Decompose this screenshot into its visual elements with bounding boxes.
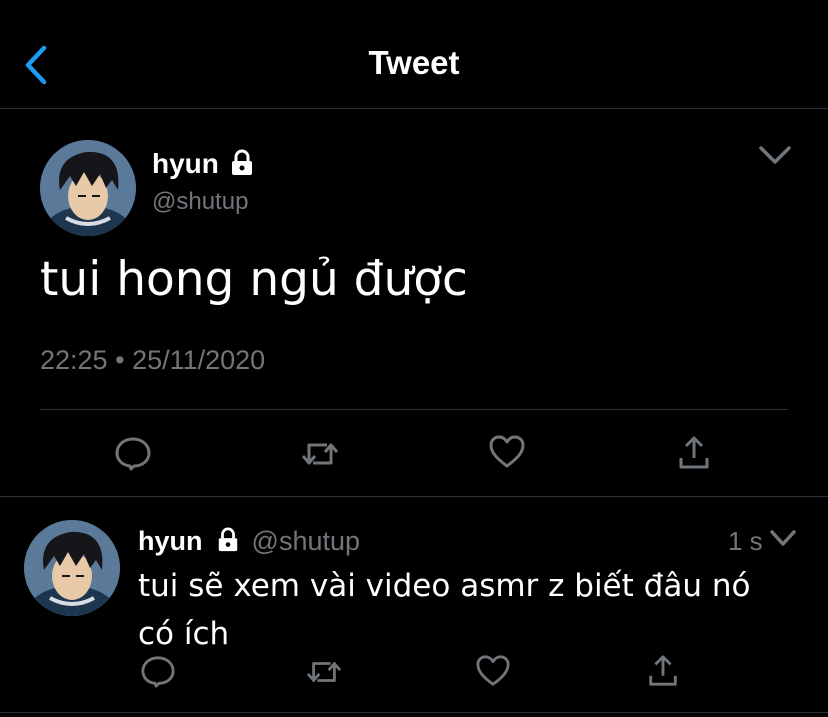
- tweet-meta: 22:25 • 25/11/2020: [40, 345, 265, 376]
- share-button[interactable]: [676, 434, 712, 477]
- reply-reply-button[interactable]: [140, 655, 176, 694]
- reply-text: tui sẽ xem vài video asmr z biết đâu nó …: [138, 568, 751, 652]
- reply-icon: [115, 437, 151, 471]
- reply-share-button[interactable]: [646, 653, 680, 694]
- reply-more-options-button[interactable]: [768, 527, 798, 551]
- meta-separator: •: [115, 345, 125, 375]
- bottom-divider: [0, 712, 828, 713]
- more-options-button[interactable]: [757, 142, 793, 170]
- tweet-text: tui hong ngủ được: [40, 252, 468, 307]
- author-handle[interactable]: @shutup: [152, 188, 248, 216]
- like-icon: [489, 435, 525, 468]
- author-name-text: hyun: [152, 148, 219, 179]
- reply-timestamp: 1 s: [728, 526, 763, 556]
- reply-button[interactable]: [114, 436, 152, 477]
- lock-icon: [231, 149, 252, 175]
- lock-icon: [218, 527, 238, 551]
- page-title: Tweet: [368, 44, 460, 81]
- share-icon: [679, 436, 709, 469]
- author-name[interactable]: hyun: [152, 148, 255, 180]
- like-icon: [476, 655, 510, 686]
- share-icon: [649, 655, 677, 686]
- reply-header: hyun @shutup: [138, 526, 360, 557]
- chevron-down-icon: [759, 146, 791, 164]
- section-divider: [0, 496, 828, 497]
- retweet-icon: [301, 443, 339, 465]
- reply-like-button[interactable]: [475, 654, 511, 693]
- chevron-down-icon: [770, 530, 796, 546]
- avatar-image: [40, 140, 136, 236]
- like-button[interactable]: [488, 434, 526, 475]
- reply-author-handle[interactable]: @shutup: [252, 526, 360, 556]
- avatar[interactable]: [40, 140, 136, 236]
- reply-retweet-button[interactable]: [305, 655, 343, 694]
- tweet-time: 22:25: [40, 345, 108, 375]
- tweet-date: 25/11/2020: [132, 345, 266, 375]
- reply-icon: [141, 656, 175, 688]
- reply-author-name[interactable]: hyun: [138, 526, 203, 556]
- retweet-icon: [306, 662, 342, 682]
- divider: [40, 409, 788, 410]
- avatar-image: [24, 520, 120, 616]
- retweet-button[interactable]: [300, 436, 340, 477]
- reply-avatar[interactable]: [24, 520, 120, 616]
- header-bar: Tweet: [0, 0, 828, 109]
